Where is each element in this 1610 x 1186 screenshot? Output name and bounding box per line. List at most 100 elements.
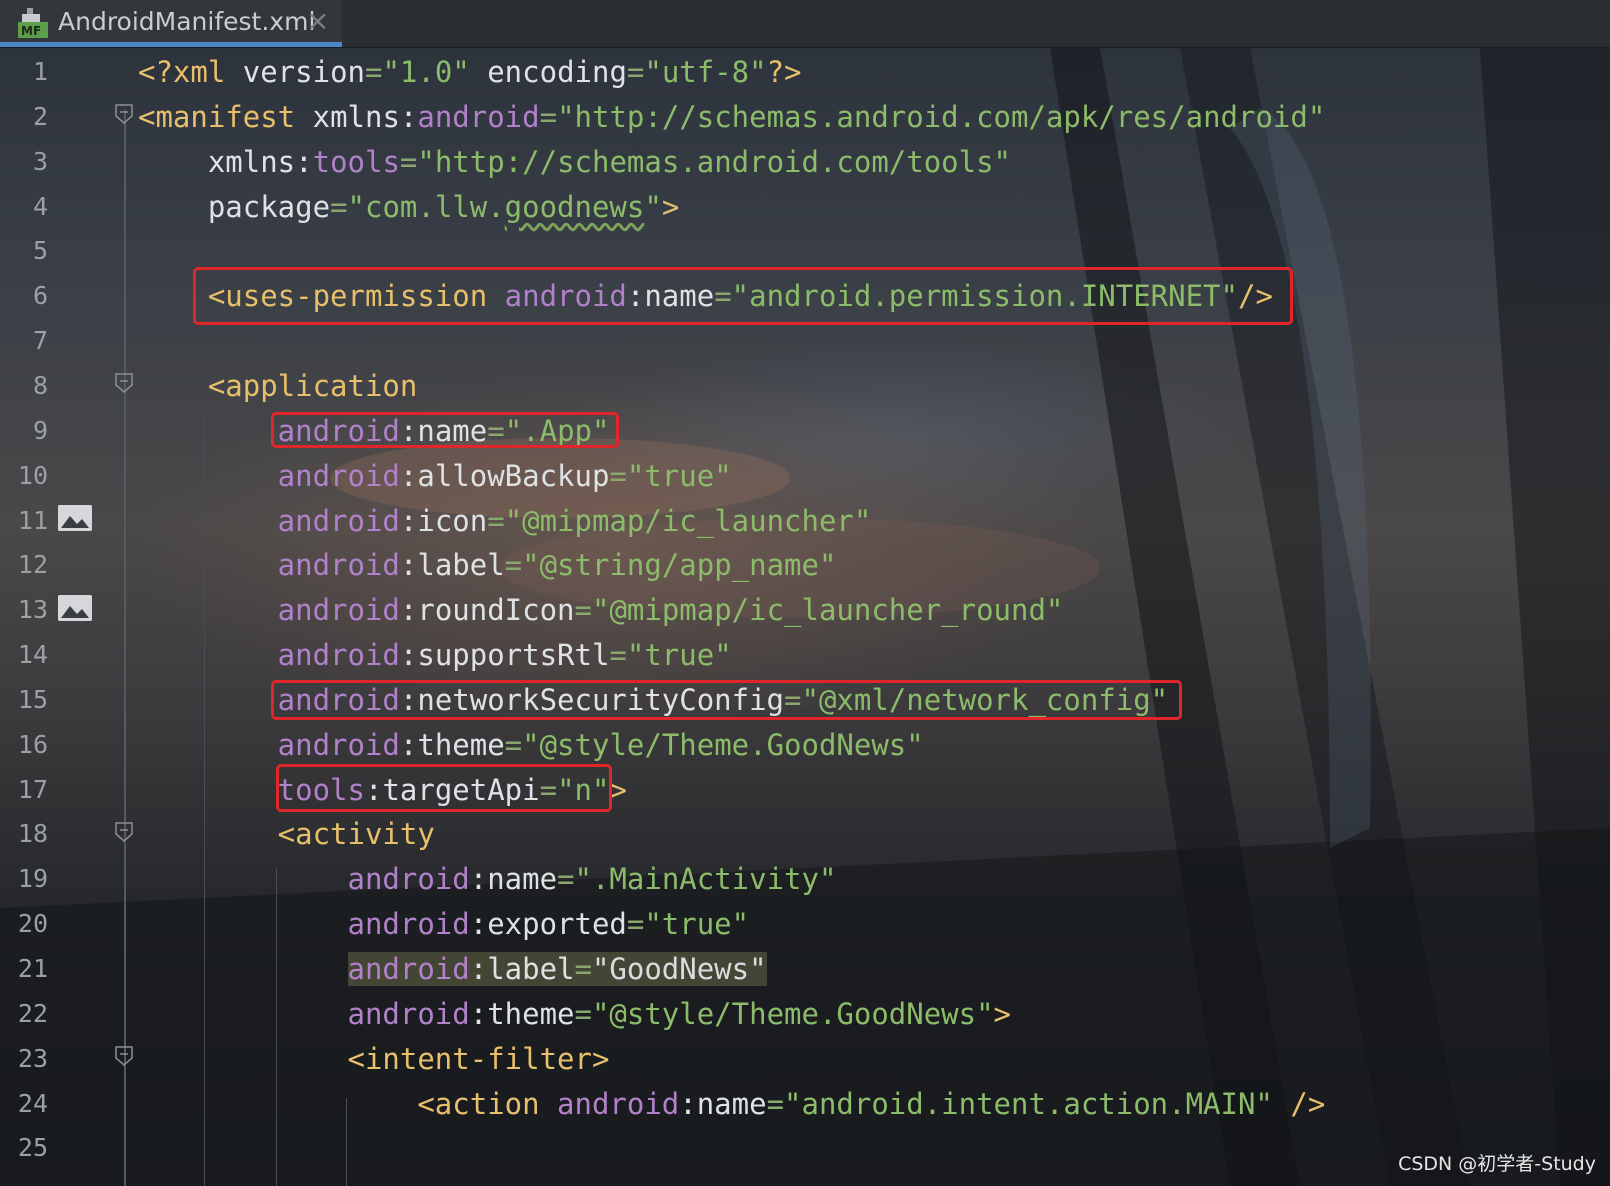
- manifest-file-icon: MF: [18, 8, 48, 38]
- code-line[interactable]: 3 xmlns:tools="http://schemas.android.co…: [0, 139, 1610, 185]
- code-line[interactable]: 16 android:theme="@style/Theme.GoodNews": [0, 722, 1610, 768]
- line-number: 16: [17, 729, 48, 759]
- code-line[interactable]: 22 android:theme="@style/Theme.GoodNews"…: [0, 991, 1610, 1037]
- code-token: tools: [312, 144, 400, 179]
- code-token: android: [138, 862, 470, 897]
- code-line[interactable]: 4 package="com.llw.goodnews">: [0, 184, 1610, 230]
- code-token: =: [364, 55, 383, 89]
- line-number: 2: [32, 101, 48, 131]
- code-text: android:roundIcon="@mipmap/ic_launcher_r…: [138, 587, 1064, 633]
- code-token: package: [138, 189, 331, 224]
- code-token: :allowBackup: [399, 458, 610, 493]
- line-number: 24: [17, 1088, 48, 1118]
- fold-icon[interactable]: [115, 822, 133, 842]
- fold-icon[interactable]: [115, 1046, 133, 1066]
- code-line[interactable]: 8 <application: [0, 363, 1610, 409]
- code-token: "GoodNews": [591, 952, 767, 986]
- code-token: "@mipmap/ic_launcher_round": [591, 593, 1064, 628]
- code-text: <?xml version="1.0" encoding="utf-8"?>: [138, 49, 802, 95]
- line-number: 19: [17, 864, 48, 894]
- code-token: =: [626, 907, 645, 942]
- tab-androidmanifest[interactable]: MF AndroidManifest.xml ×: [0, 0, 342, 47]
- line-number: 14: [17, 640, 48, 670]
- code-token: <?xml: [138, 55, 243, 89]
- line-number: 4: [32, 191, 48, 221]
- code-token: "@style/Theme.GoodNews": [522, 727, 924, 762]
- code-line[interactable]: 9 android:name=".App": [0, 408, 1610, 454]
- code-token: />: [1272, 1086, 1326, 1121]
- highlight-box-network-config: [271, 680, 1182, 720]
- fold-icon[interactable]: [115, 104, 133, 124]
- code-editor[interactable]: 1 <?xml version="1.0" encoding="utf-8"?> 2…: [0, 48, 1610, 1186]
- highlight-box-uses-permission: [193, 267, 1293, 325]
- code-token: =: [330, 189, 348, 224]
- svg-text:MF: MF: [21, 24, 41, 38]
- code-text: android:label="GoodNews": [138, 946, 767, 992]
- code-line[interactable]: 14 android:supportsRtl="true": [0, 632, 1610, 678]
- code-token: "@style/Theme.GoodNews": [591, 996, 994, 1031]
- line-number: 1: [32, 57, 48, 86]
- code-token: "utf-8": [644, 55, 767, 89]
- code-text: <intent-filter>: [138, 1036, 610, 1082]
- code-line[interactable]: 2 <manifest xmlns:android="http://schemas…: [0, 94, 1610, 140]
- close-icon[interactable]: ×: [306, 4, 329, 37]
- line-number: 15: [17, 684, 48, 714]
- code-token: "true": [644, 907, 750, 942]
- line-number: 17: [17, 774, 48, 804]
- code-token: =: [557, 862, 575, 897]
- code-token: android: [138, 593, 400, 628]
- code-line[interactable]: 25: [0, 1125, 1610, 1171]
- code-token: =: [626, 55, 645, 89]
- code-token: "com.llw.: [347, 189, 505, 224]
- code-token: "http://schemas.android.com/tools": [417, 144, 1012, 179]
- code-line[interactable]: 23 <intent-filter>: [0, 1036, 1610, 1082]
- code-line[interactable]: 1 <?xml version="1.0" encoding="utf-8"?>: [0, 49, 1610, 95]
- code-line[interactable]: 13 android:roundIcon="@mipmap/ic_launche…: [0, 587, 1610, 633]
- code-text: android:name=".MainActivity": [138, 856, 837, 902]
- code-text: android:supportsRtl="true": [138, 632, 732, 678]
- code-line[interactable]: 20 android:exported="true": [0, 901, 1610, 947]
- line-number: 3: [32, 146, 48, 176]
- code-token: android: [138, 727, 400, 762]
- highlight-box-app-name: [271, 412, 619, 448]
- code-line[interactable]: 12 android:label="@string/app_name": [0, 542, 1610, 588]
- code-line[interactable]: 11 android:icon="@mipmap/ic_launcher": [0, 498, 1610, 544]
- code-token: >: [993, 996, 1012, 1031]
- code-token: <activity: [138, 817, 435, 852]
- code-text: <action android:name="android.intent.act…: [138, 1081, 1325, 1127]
- line-number: 9: [32, 415, 48, 445]
- code-token: goodnews: [504, 189, 645, 224]
- code-line[interactable]: 24 <action android:name="android.intent.…: [0, 1081, 1610, 1127]
- code-token: :theme: [399, 727, 505, 762]
- code-token: ": [644, 189, 662, 224]
- code-token: <application: [138, 368, 418, 403]
- code-line[interactable]: 10 android:allowBackup="true": [0, 453, 1610, 499]
- fold-icon[interactable]: [115, 373, 133, 393]
- code-token: =: [504, 727, 523, 762]
- code-token: "http://schemas.android.com/apk/res/andr…: [557, 99, 1326, 134]
- code-token: "@mipmap/ic_launcher": [504, 503, 872, 538]
- code-token: :name: [469, 862, 558, 897]
- code-token: =: [766, 1086, 785, 1121]
- code-text: xmlns:tools="http://schemas.android.com/…: [138, 139, 1011, 185]
- image-preview-icon[interactable]: [58, 595, 92, 621]
- code-token: android: [138, 996, 470, 1031]
- code-token: "@string/app_name": [522, 548, 837, 583]
- code-token: =: [609, 458, 627, 493]
- code-token: xmlns:: [138, 144, 313, 179]
- code-token: ".MainActivity": [574, 862, 837, 897]
- code-token: :theme: [469, 996, 575, 1031]
- code-line[interactable]: 17 tools:targetApi="n">: [0, 767, 1610, 813]
- code-token: =: [574, 593, 592, 628]
- code-line[interactable]: 18 <activity: [0, 811, 1610, 857]
- code-token: android: [138, 458, 400, 493]
- code-line[interactable]: 21 android:label="GoodNews": [0, 946, 1610, 992]
- code-token: ?>: [766, 55, 802, 89]
- tab-title: AndroidManifest.xml: [58, 7, 316, 36]
- code-text: <application: [138, 363, 418, 409]
- code-token: >: [609, 772, 627, 807]
- image-preview-icon[interactable]: [58, 505, 92, 531]
- code-token: android: [138, 907, 470, 942]
- code-line[interactable]: 19 android:name=".MainActivity": [0, 856, 1610, 902]
